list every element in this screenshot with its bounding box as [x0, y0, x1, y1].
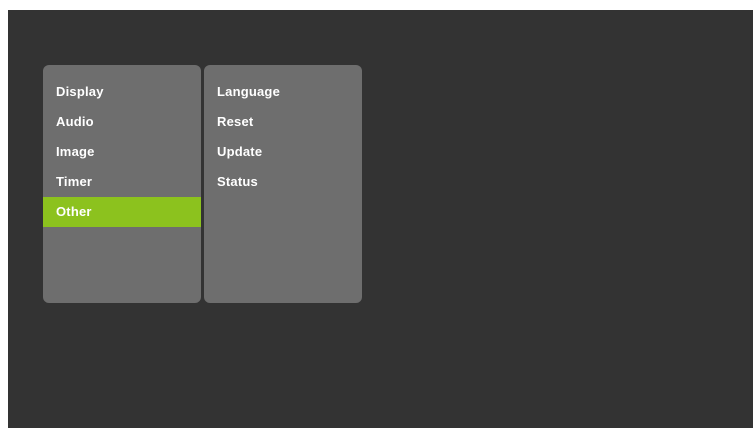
- submenu-item-reset[interactable]: Reset: [204, 107, 362, 137]
- submenu-list: Language Reset Update Status: [204, 65, 362, 197]
- submenu-item-update[interactable]: Update: [204, 137, 362, 167]
- category-menu-list: Display Audio Image Timer Other: [43, 65, 201, 227]
- category-item-display[interactable]: Display: [43, 77, 201, 107]
- submenu-panel: Language Reset Update Status: [204, 65, 362, 303]
- category-item-other[interactable]: Other: [43, 197, 201, 227]
- category-item-image[interactable]: Image: [43, 137, 201, 167]
- submenu-item-status[interactable]: Status: [204, 167, 362, 197]
- category-menu-panel: Display Audio Image Timer Other: [43, 65, 201, 303]
- category-item-timer[interactable]: Timer: [43, 167, 201, 197]
- category-item-audio[interactable]: Audio: [43, 107, 201, 137]
- screen: Display Audio Image Timer Other Language…: [8, 10, 753, 428]
- submenu-item-language[interactable]: Language: [204, 77, 362, 107]
